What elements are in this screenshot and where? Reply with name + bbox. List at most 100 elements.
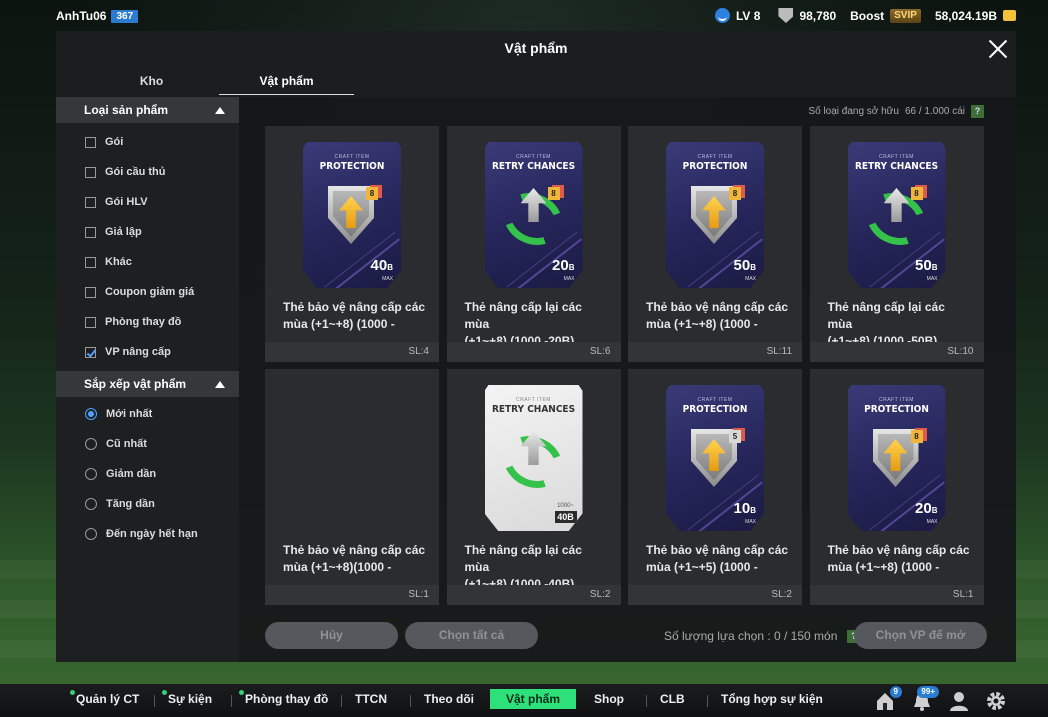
nav-item[interactable]: TTCN	[355, 692, 387, 706]
item-card[interactable]: CRAFT ITEM PROTECTION 5 10B MAX Thẻ bảo vệ nâ…	[628, 369, 802, 605]
nav-item[interactable]: Phòng thay đồ	[239, 690, 328, 706]
collapse-icon[interactable]	[215, 106, 225, 114]
protection-card-image: CRAFT ITEM PROTECTION 8 50B MAX	[666, 142, 764, 288]
item-name: Thẻ bảo vệ nâng cấp các mùa (+1~+8) (100…	[646, 300, 789, 331]
type-filter-header[interactable]: Loại sản phẩm	[56, 97, 239, 123]
checkbox[interactable]	[85, 286, 96, 298]
radio-button[interactable]	[85, 498, 97, 510]
checkbox[interactable]	[85, 226, 96, 238]
card-value-unit: B	[750, 506, 756, 515]
type-filter-option[interactable]: Phòng thay đồ	[56, 307, 239, 337]
item-card[interactable]: CRAFT ITEM PROTECTION 8 20B MAX Thẻ bảo vệ nâ…	[809, 369, 984, 605]
nav-item[interactable]: CLB	[660, 692, 685, 706]
type-filter-option[interactable]: Gói HLV	[56, 187, 239, 217]
checkbox[interactable]	[85, 346, 96, 358]
retry-card-image: CRAFT ITEM RETRY CHANCES 8 50B MAX	[847, 142, 946, 288]
item-card[interactable]: CRAFT ITEM PROTECTION 8 40B MAX Thẻ bảo vệ nâ…	[265, 126, 439, 362]
nav-item[interactable]: Shop	[594, 692, 624, 706]
selection-count-label: Số lượng lựa chọn : 0 / 150 món	[664, 629, 838, 643]
sort-option[interactable]: Giảm dần	[56, 459, 239, 489]
item-art: CRAFT ITEM RETRY CHANCES 1000~ 40B	[484, 385, 583, 531]
card-value-unit: B	[387, 263, 393, 272]
nav-item[interactable]: Quản lý CT	[70, 690, 139, 706]
option-label: Gói HLV	[105, 196, 148, 208]
new-indicator-dot	[162, 690, 167, 695]
card-title: PROTECTION	[682, 161, 748, 172]
radio-button[interactable]	[85, 438, 97, 450]
close-icon[interactable]	[988, 39, 1008, 59]
item-card[interactable]: CRAFT ITEM PROTECTION 8 50B MAX Thẻ bảo vệ nâ…	[628, 126, 802, 362]
card-value-unit: B	[931, 506, 938, 515]
nav-item[interactable]: Theo dõi	[424, 692, 474, 706]
level-text: LV 8	[735, 8, 761, 23]
option-label: Phòng thay đồ	[105, 316, 182, 328]
sort-option[interactable]: Tăng dần	[56, 489, 239, 519]
type-filter-option[interactable]: Khác	[56, 247, 239, 277]
item-art: CRAFT ITEM RETRY CHANCES 8 20B MAX	[484, 142, 583, 288]
card-max-label: MAX	[382, 276, 393, 282]
type-filter-option[interactable]: Coupon giảm giá	[56, 277, 239, 307]
radio-button[interactable]	[85, 468, 97, 480]
nav-label: Shop	[594, 692, 624, 706]
tab-kho[interactable]: Kho	[84, 67, 219, 95]
sort-option[interactable]: Mới nhất	[56, 399, 239, 429]
item-quantity: SL:6	[446, 342, 621, 362]
tab-vat-pham[interactable]: Vật phẩm	[219, 67, 354, 95]
select-all-button[interactable]: Chọn tất cả	[405, 622, 538, 649]
type-filter-option[interactable]: VP nâng cấp	[56, 337, 239, 367]
type-filter-option[interactable]: Giả lập	[56, 217, 239, 247]
sort-option[interactable]: Cũ nhất	[56, 429, 239, 459]
settings-icon[interactable]	[985, 690, 1007, 712]
sort-header[interactable]: Sắp xếp vật phẩm	[56, 371, 239, 397]
item-quantity: SL:10	[809, 342, 984, 362]
card-craft-label: CRAFT ITEM	[697, 397, 733, 403]
item-quantity: SL:11	[628, 342, 802, 362]
profile-icon[interactable]	[948, 690, 970, 712]
card-max-label: MAX	[745, 276, 756, 282]
item-card[interactable]: CRAFT ITEM RETRY CHANCES 8 20B MAX Thẻ nâng c…	[446, 126, 621, 362]
checkbox[interactable]	[85, 136, 96, 148]
home-icon[interactable]: 9	[874, 686, 902, 712]
checkbox[interactable]	[85, 166, 96, 178]
item-quantity: SL:4	[265, 342, 439, 362]
radio-button[interactable]	[85, 528, 97, 540]
item-name: Thẻ bảo vệ nâng cấp các mùa (+1~+8) (100…	[283, 300, 426, 331]
card-value-number: 40	[370, 257, 388, 274]
nav-item[interactable]: Tổng hợp sự kiện	[721, 692, 823, 706]
protection-card-image: CRAFT ITEM PROTECTION 8 20B MAX	[847, 385, 946, 531]
open-items-button[interactable]: Chọn VP để mở	[854, 622, 987, 649]
coin-icon[interactable]	[1003, 10, 1016, 21]
type-filter-option[interactable]: Gói	[56, 127, 239, 157]
type-filter-option[interactable]: Gói cầu thủ	[56, 157, 239, 187]
card-title: RETRY CHANCES	[854, 161, 939, 172]
checkbox[interactable]	[85, 196, 96, 208]
help-icon[interactable]: ?	[971, 105, 984, 118]
user-info: AnhTu06 367	[56, 9, 139, 23]
nav-item[interactable]: Sự kiện	[162, 690, 212, 706]
item-card[interactable]: CRAFT ITEM RETRY CHANCES 8 50B MAX Thẻ nâng c…	[809, 126, 984, 362]
selection-count: Số lượng lựa chọn : 0 / 150 món ?	[664, 629, 861, 643]
checkbox[interactable]	[85, 316, 96, 328]
radio-button[interactable]	[85, 408, 97, 420]
cancel-button[interactable]: Hủy	[265, 622, 398, 649]
item-art: CRAFT ITEM PROTECTION 8 20B MAX	[847, 385, 946, 531]
sort-option[interactable]: Đến ngày hết hạn	[56, 519, 239, 549]
item-card[interactable]: CRAFT ITEM RETRY CHANCES 1000~ 40B Thẻ nâng …	[446, 369, 621, 605]
svip-badge[interactable]: SVIP	[890, 8, 921, 23]
points-value: 98,780	[799, 8, 837, 23]
collapse-icon[interactable]	[215, 380, 225, 388]
bell-icon[interactable]: 99+	[911, 686, 939, 712]
nav-divider	[646, 695, 647, 707]
home-badge: 9	[889, 686, 902, 698]
card-max-label: MAX	[563, 276, 575, 282]
item-card[interactable]: Thẻ bảo vệ nâng cấp các mùa (+1~+8)(1000…	[265, 369, 439, 605]
nav-item[interactable]: Vật phẩm	[490, 689, 577, 709]
owned-count: Số loại đang sở hữu 66 / 1.000 cái ?	[808, 105, 984, 118]
card-craft-label: CRAFT ITEM	[516, 154, 551, 160]
card-range: 1000~	[557, 503, 574, 509]
checkbox[interactable]	[85, 256, 96, 268]
points-icon	[778, 8, 794, 23]
card-title: RETRY CHANCES	[491, 161, 576, 172]
card-title: RETRY CHANCES	[491, 404, 576, 415]
level-icon	[714, 8, 730, 23]
